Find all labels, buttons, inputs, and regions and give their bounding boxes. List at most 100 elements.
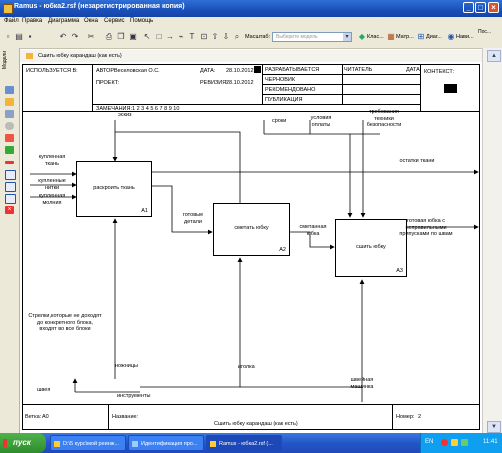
matrix-icon: ▦	[387, 32, 395, 41]
pointer-icon[interactable]: ↖	[142, 32, 152, 42]
model-tree-icon[interactable]	[5, 86, 14, 94]
box-tool-icon[interactable]: □	[154, 32, 164, 42]
close-icon[interactable]: ×	[5, 206, 14, 214]
stop-icon[interactable]	[5, 134, 14, 142]
chevron-down-icon: ▾	[343, 33, 351, 41]
print-icon[interactable]: ⎙	[104, 32, 114, 42]
minimize-button[interactable]: _	[463, 2, 474, 13]
arrow-tool-icon[interactable]: →	[165, 32, 175, 42]
activity-box-number: A1	[141, 208, 148, 214]
scroll-down-arrow-icon[interactable]: ▼	[487, 421, 501, 433]
arrow-label-parts[interactable]: готовые детали	[176, 212, 210, 225]
activity-box-title: сшить юбку	[356, 243, 386, 250]
navigator-button[interactable]: Нави...	[456, 34, 474, 40]
menu-windows[interactable]: Окна	[84, 18, 98, 24]
open-icon[interactable]: ▤	[14, 32, 24, 42]
taskbar: пуск D:\5 курс\мой реинж... Идентификаци…	[0, 433, 502, 453]
save-icon[interactable]: ▪	[25, 32, 35, 42]
arrow-label-payment[interactable]: условия оплаты	[304, 115, 338, 128]
annotation-note[interactable]: Стрелки,которые не доходят до конкретног…	[28, 313, 102, 333]
add-icon[interactable]	[5, 146, 14, 154]
new-icon[interactable]: ▫	[3, 32, 13, 42]
maximize-button[interactable]: □	[475, 2, 486, 13]
taskbar-item-label: Идентификация про...	[141, 441, 198, 447]
arrow-label-zipper[interactable]: купленная молния	[32, 193, 72, 206]
menu-service[interactable]: Сервис	[104, 18, 125, 24]
down-level-icon[interactable]: ⇩	[221, 32, 231, 42]
document-icon	[132, 441, 138, 447]
up-level-icon[interactable]: ⇧	[210, 32, 220, 42]
diagram-canvas[interactable]: ИСПОЛЬЗУЕТСЯ В: АВТОР: Веселовская О.С. …	[20, 62, 482, 432]
tunnel-icon[interactable]: ⊡	[199, 32, 209, 42]
close-button[interactable]: ×	[488, 2, 499, 13]
diagram-list-icon[interactable]	[5, 194, 16, 204]
models-side-panel: Модели ×	[0, 48, 20, 433]
diagram-tab-icon	[26, 53, 33, 59]
remove-icon[interactable]	[5, 161, 14, 164]
network-icon[interactable]	[451, 439, 458, 446]
activity-box-number: A3	[396, 268, 403, 274]
list-icon[interactable]	[5, 182, 16, 192]
delete-model-icon[interactable]	[5, 122, 14, 130]
scroll-up-arrow-icon[interactable]: ▲	[487, 50, 501, 62]
matrix-button[interactable]: Матр...	[396, 34, 414, 40]
taskbar-item-ramus[interactable]: Ramus - юбка2.rsf (...	[206, 435, 282, 451]
save-model-icon[interactable]	[5, 110, 14, 118]
menu-file[interactable]: Файл	[4, 18, 19, 24]
taskbar-item-label: Ramus - юбка2.rsf (...	[219, 441, 273, 447]
arrow-label-basted[interactable]: сметанная юбка	[296, 224, 330, 237]
taskbar-item-label: D:\5 курс\мой реинж...	[63, 441, 120, 447]
volume-icon[interactable]	[461, 439, 468, 446]
windows-flag-icon	[3, 439, 11, 447]
activity-box-a2[interactable]: сметать юбку A2	[213, 203, 290, 256]
zoom-label: Масштаб:	[245, 34, 271, 40]
arrow-label-remains[interactable]: остатки ткани	[398, 158, 436, 165]
activity-box-number: A2	[279, 247, 286, 253]
arrow-label-tools[interactable]: инструменты	[117, 393, 150, 399]
title-bar: Ramus - юбка2.rsf (незарегистрированная …	[0, 0, 502, 17]
paste-icon[interactable]: ▣	[128, 32, 138, 42]
start-button[interactable]: пуск	[0, 433, 46, 453]
menu-bar: Файл Правка Диаграмма Окна Сервис Помощь	[0, 17, 502, 27]
arrow-label-finished[interactable]: готовая юбка с неправильными припусками …	[392, 218, 460, 238]
zoom-icon[interactable]: ⌕	[232, 32, 242, 42]
arrow-label-terms[interactable]: сроки	[272, 118, 286, 124]
arrow-label-fabric[interactable]: купленная ткань	[32, 154, 72, 167]
start-label: пуск	[13, 438, 31, 447]
menu-help[interactable]: Помощь	[130, 18, 153, 24]
classes-icon: ◆	[358, 32, 366, 41]
activity-box-title: раскроить ткань	[93, 184, 135, 191]
text-tool-icon[interactable]: T	[187, 32, 197, 42]
menu-diagram[interactable]: Диаграмма	[48, 18, 79, 24]
model-select[interactable]: Выберите модель ▾	[272, 32, 352, 42]
vertical-scrollbar[interactable]: ▲ ▼	[482, 48, 502, 433]
squiggle-icon[interactable]: ⌁	[176, 32, 186, 42]
classes-button[interactable]: Клас...	[367, 34, 384, 40]
arrow-label-sketch[interactable]: эскиз	[118, 112, 132, 118]
model-select-placeholder: Выберите модель	[276, 34, 318, 40]
properties-icon[interactable]	[5, 170, 16, 180]
arrow-label-scissors[interactable]: ножницы	[115, 363, 138, 369]
taskbar-item-word[interactable]: Идентификация про...	[128, 435, 204, 451]
menu-edit[interactable]: Правка	[22, 18, 42, 24]
folder-icon[interactable]	[5, 98, 14, 106]
arrow-label-machine[interactable]: швейная машинка	[346, 377, 378, 390]
folder-icon	[54, 441, 60, 447]
arrow-label-threads[interactable]: купленные нитки	[32, 178, 72, 191]
ramus-icon	[210, 441, 216, 447]
diagram-button[interactable]: Диаг...	[426, 34, 442, 40]
arrow-label-needle[interactable]: иголка	[238, 364, 255, 370]
cut-icon[interactable]: ✂	[86, 32, 96, 42]
undo-icon[interactable]: ↶	[58, 32, 68, 42]
security-icon[interactable]	[441, 439, 448, 446]
models-panel-label[interactable]: Модели	[2, 51, 16, 69]
taskbar-item-explorer[interactable]: D:\5 курс\мой реинж...	[50, 435, 126, 451]
redo-icon[interactable]: ↷	[70, 32, 80, 42]
copy-icon[interactable]: ❐	[116, 32, 126, 42]
arrow-label-safety[interactable]: требования техники безопасности	[360, 109, 408, 129]
arrow-label-seamstress[interactable]: швея	[37, 387, 50, 393]
clock[interactable]: 11:41	[483, 439, 498, 445]
activity-box-a1[interactable]: раскроить ткань A1	[76, 161, 152, 217]
language-indicator[interactable]: EN	[425, 439, 433, 445]
more-button[interactable]: Пос...	[478, 29, 491, 35]
